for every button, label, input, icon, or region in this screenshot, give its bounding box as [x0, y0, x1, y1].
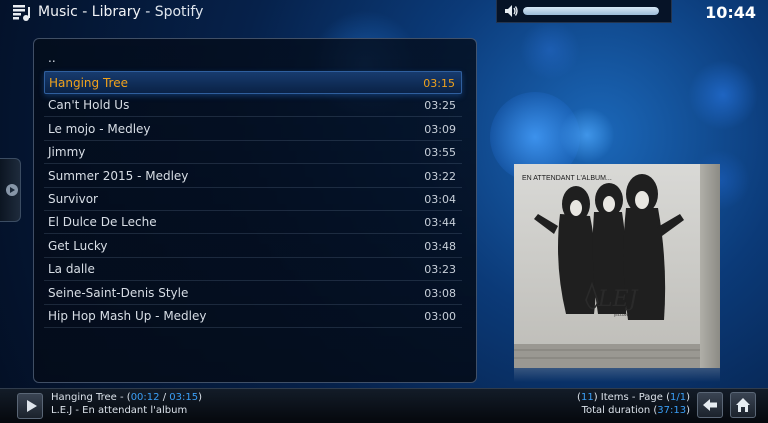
play-button[interactable] [17, 393, 43, 419]
now-playing-artist-album: L.E.J - En attendant l'album [51, 405, 188, 416]
album-caption: EN ATTENDANT L'ALBUM... [522, 175, 612, 182]
title-source: - Spotify [140, 4, 204, 20]
track-title: El Dulce De Leche [48, 215, 157, 230]
elapsed-time: 00:12 [130, 392, 160, 403]
track-title: Jimmy [48, 145, 86, 160]
bottom-bar: Hanging Tree - (00:12 / 03:15) L.E.J - E… [0, 388, 768, 423]
title-text: Music - Library [38, 4, 141, 20]
background-bokeh [688, 60, 758, 130]
track-row[interactable]: Hip Hop Mash Up - Medley 03:00 [44, 305, 462, 328]
album-art: EN ATTENDANT L'ALBUM... LEJ (ELIJAY) [514, 164, 720, 368]
track-duration: 03:44 [424, 216, 456, 230]
back-arrow-icon [703, 399, 717, 411]
total-duration-close: ) [686, 405, 690, 416]
items-count: 11 [580, 392, 594, 403]
track-row[interactable]: El Dulce De Leche 03:44 [44, 211, 462, 235]
volume-control[interactable] [496, 0, 672, 23]
volume-slider-fill [523, 7, 659, 15]
track-duration: 03:22 [424, 169, 456, 183]
parent-folder-label: .. [48, 51, 56, 65]
chevron-right-icon [6, 184, 18, 196]
music-library-icon [13, 5, 30, 21]
album-art-reflection [514, 368, 720, 382]
track-duration: 03:04 [424, 193, 456, 206]
track-row[interactable]: Survivor 03:04 [44, 188, 462, 211]
back-button[interactable] [697, 392, 723, 418]
album-logo: LEJ [597, 287, 639, 312]
total-duration-value: 37:13 [657, 405, 687, 416]
home-button[interactable] [730, 392, 756, 418]
track-duration: 03:09 [424, 122, 456, 136]
track-row[interactable]: Le mojo - Medley 03:09 [44, 118, 462, 141]
track-duration: 03:48 [424, 239, 456, 253]
page-number: 1/1 [670, 392, 687, 403]
track-title: Get Lucky [48, 238, 108, 253]
items-label: ) Items - Page ( [593, 392, 670, 403]
track-title: Can't Hold Us [48, 98, 130, 113]
track-title: Seine-Saint-Denis Style [48, 285, 189, 300]
side-menu-tab[interactable] [0, 158, 21, 222]
background-bokeh [520, 20, 580, 80]
speaker-icon [505, 5, 518, 17]
track-row[interactable]: Can't Hold Us 03:25 [44, 94, 462, 118]
track-row[interactable]: Hanging Tree 03:15 [44, 71, 462, 94]
track-list-panel: .. Hanging Tree 03:15 Can't Hold Us 03:25 Le… [33, 38, 477, 383]
track-row[interactable]: Get Lucky 03:48 [44, 235, 462, 258]
track-title: Hip Hop Mash Up - Medley [48, 309, 207, 323]
track-duration: 03:55 [424, 146, 456, 160]
track-duration: 03:25 [424, 99, 456, 113]
volume-slider[interactable] [523, 7, 659, 15]
total-time: 03:15 [169, 392, 199, 403]
track-row[interactable]: La dalle 03:23 [44, 258, 462, 282]
total-duration-label: Total duration ( [581, 405, 658, 416]
album-small-text: (ELIJAY) [614, 312, 630, 317]
page-title: Music - Library - Spotify [38, 4, 203, 20]
track-title: Le mojo - Medley [48, 121, 151, 136]
track-duration: 03:00 [424, 310, 456, 323]
track-row[interactable]: Seine-Saint-Denis Style 03:08 [44, 282, 462, 305]
track-title: La dalle [48, 262, 95, 277]
background-bokeh [560, 108, 614, 162]
track-title: Hanging Tree [49, 76, 128, 90]
track-row[interactable]: Jimmy 03:55 [44, 141, 462, 165]
track-title: Summer 2015 - Medley [48, 168, 189, 183]
home-icon [736, 398, 750, 412]
track-row[interactable]: Summer 2015 - Medley 03:22 [44, 165, 462, 188]
page-close: ) [686, 392, 690, 403]
list-items-info: (11) Items - Page (1/1) [577, 392, 690, 403]
track-duration: 03:15 [423, 77, 455, 90]
track-duration: 03:08 [424, 286, 456, 300]
now-playing-title: Hanging Tree - [51, 392, 127, 403]
now-playing-track: Hanging Tree - (00:12 / 03:15) [51, 392, 202, 403]
clock: 10:44 [705, 3, 756, 22]
time-separator: / [159, 392, 170, 403]
track-duration: 03:23 [424, 263, 456, 277]
total-duration-info: Total duration (37:13) [582, 405, 690, 416]
top-bar: Music - Library - Spotify 10:44 [0, 0, 768, 26]
parent-folder-item[interactable]: .. [44, 49, 462, 72]
track-title: Survivor [48, 192, 98, 206]
now-playing-paren-close: ) [198, 392, 202, 403]
